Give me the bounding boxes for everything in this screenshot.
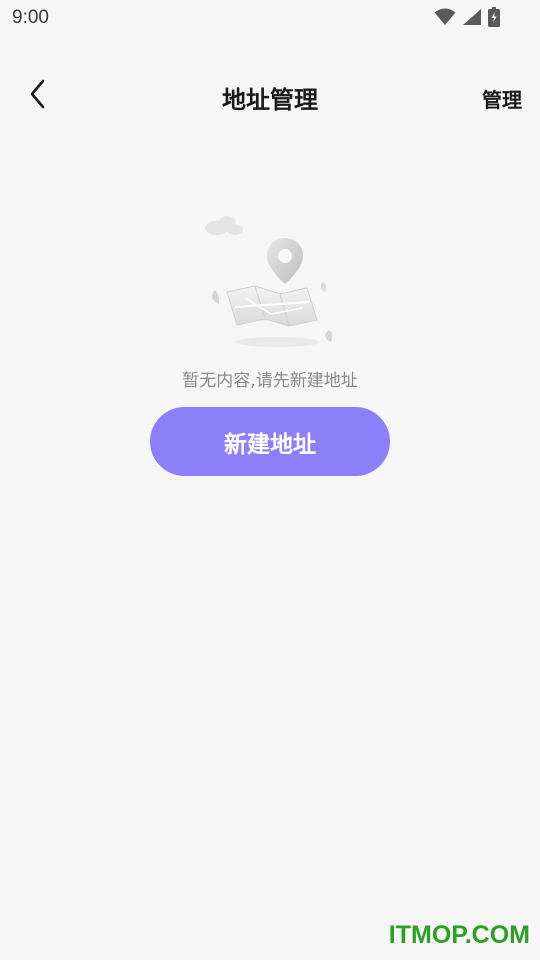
folded-map-icon bbox=[226, 285, 318, 327]
page-title: 地址管理 bbox=[222, 86, 318, 114]
wifi-icon bbox=[434, 8, 456, 26]
map-location-pin-illustration bbox=[195, 212, 345, 352]
empty-state-message: 暂无内容,请先新建地址 bbox=[182, 371, 358, 391]
status-time: 9:00 bbox=[12, 7, 49, 28]
app-header: 地址管理 管理 bbox=[0, 60, 540, 132]
battery-charging-icon bbox=[488, 7, 500, 27]
cloud-icon bbox=[205, 216, 243, 235]
new-address-button[interactable]: 新建地址 bbox=[150, 407, 390, 476]
location-pin-icon bbox=[267, 238, 303, 284]
watermark-logo: ITMOP.COM bbox=[388, 921, 530, 949]
status-icons bbox=[434, 7, 500, 27]
status-bar: 9:00 bbox=[0, 0, 540, 36]
signal-icon bbox=[462, 8, 482, 26]
address-management-screen: 9:00 地址管理 管理 暂无内容,请先新建地址 新建地址 ITMOP.COM bbox=[0, 0, 540, 960]
manage-button[interactable]: 管理 bbox=[482, 84, 522, 113]
